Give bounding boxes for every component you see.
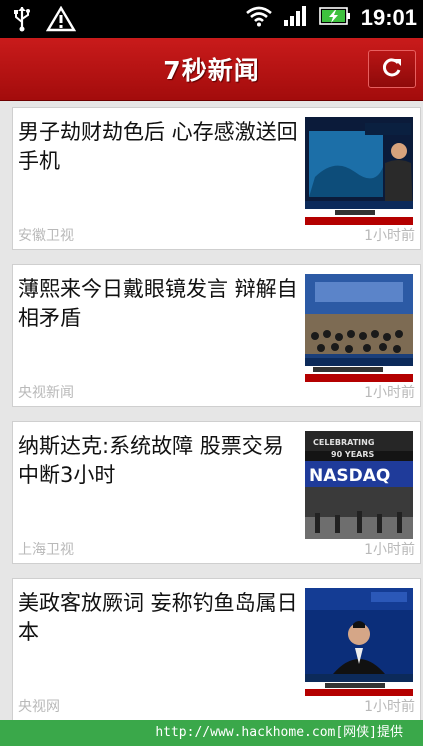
news-source: 央视网 — [18, 699, 60, 715]
courtroom-thumbnail — [305, 274, 413, 382]
news-title: 纳斯达克:系统故障 股票交易中断3小时 — [18, 434, 284, 487]
news-title: 男子劫财劫色后 心存感激送回手机 — [18, 120, 298, 173]
news-item[interactable]: 男子劫财劫色后 心存感激送回手机 安徽卫视 1小时前 — [12, 107, 421, 250]
svg-text:NASDAQ: NASDAQ — [309, 466, 390, 486]
news-title: 薄熙来今日戴眼镜发言 辩解自相矛盾 — [18, 277, 298, 330]
news-item[interactable]: 纳斯达克:系统故障 股票交易中断3小时 CELEBRATING 90 YEARS… — [12, 421, 421, 564]
svg-text:CELEBRATING: CELEBRATING — [313, 438, 374, 447]
app-title: 7秒新闻 — [163, 56, 260, 85]
status-bar: 19:01 — [0, 0, 423, 38]
news-source: 央视新闻 — [18, 385, 74, 401]
watermark-banner: http://www.hackhome.com[网侠]提供 — [0, 720, 423, 746]
news-source: 安徽卫视 — [18, 228, 74, 244]
news-time: 1小时前 — [364, 228, 415, 244]
battery-charging-icon — [318, 5, 351, 31]
nasdaq-thumbnail: CELEBRATING 90 YEARS NASDAQ — [305, 431, 413, 539]
news-anchor-thumbnail — [305, 588, 413, 696]
alert-icon — [45, 5, 77, 36]
news-item[interactable]: 美政客放厥词 妄称钓鱼岛属日本 央视网 1小时前 — [12, 578, 421, 720]
tv-news-anchor-thumbnail — [305, 117, 413, 225]
usb-icon — [12, 6, 32, 36]
news-time: 1小时前 — [364, 699, 415, 715]
news-list[interactable]: 男子劫财劫色后 心存感激送回手机 安徽卫视 1小时前 薄熙来今日戴眼镜发言 辩解… — [0, 101, 423, 720]
news-time: 1小时前 — [364, 542, 415, 558]
news-time: 1小时前 — [364, 385, 415, 401]
refresh-icon — [381, 56, 403, 82]
news-title: 美政客放厥词 妄称钓鱼岛属日本 — [18, 591, 298, 644]
signal-icon — [283, 5, 309, 31]
news-source: 上海卫视 — [18, 542, 74, 558]
wifi-icon — [245, 5, 273, 31]
svg-text:90 YEARS: 90 YEARS — [331, 450, 375, 459]
news-item[interactable]: 薄熙来今日戴眼镜发言 辩解自相矛盾 央视新闻 1小时前 — [12, 264, 421, 407]
clock: 19:01 — [360, 5, 417, 30]
app-header: 7秒新闻 — [0, 38, 423, 101]
refresh-button[interactable] — [368, 50, 416, 88]
